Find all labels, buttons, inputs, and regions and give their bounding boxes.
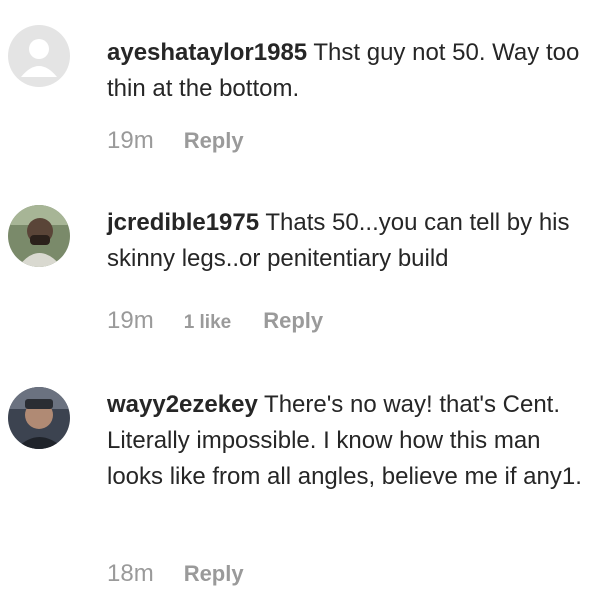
comment-meta: 19m Reply <box>107 127 244 155</box>
comment-time[interactable]: 18m <box>107 560 154 588</box>
comment-body: ayeshataylor1985 Thst guy not 50. Way to… <box>107 35 590 107</box>
comment-username[interactable]: jcredible1975 <box>107 209 259 236</box>
comment-time[interactable]: 19m <box>107 127 154 155</box>
user-photo-avatar <box>8 387 70 449</box>
avatar[interactable] <box>8 25 70 87</box>
comment-likes[interactable]: 1 like <box>184 312 232 334</box>
comment-time[interactable]: 19m <box>107 307 154 335</box>
comment-username[interactable]: ayeshataylor1985 <box>107 39 307 66</box>
user-photo-avatar <box>8 205 70 267</box>
reply-button[interactable]: Reply <box>263 308 323 334</box>
comment-username[interactable]: wayy2ezekey <box>107 391 258 418</box>
comment-meta: 18m Reply <box>107 560 244 588</box>
reply-button[interactable]: Reply <box>184 561 244 587</box>
avatar[interactable] <box>8 387 70 449</box>
reply-button[interactable]: Reply <box>184 128 244 154</box>
avatar[interactable] <box>8 205 70 267</box>
default-avatar-icon <box>8 25 70 87</box>
comment-meta: 19m 1 like Reply <box>107 307 323 335</box>
comment-body: wayy2ezekey There's no way! that's Cent.… <box>107 387 590 495</box>
comment-body: jcredible1975 Thats 50...you can tell by… <box>107 205 590 277</box>
